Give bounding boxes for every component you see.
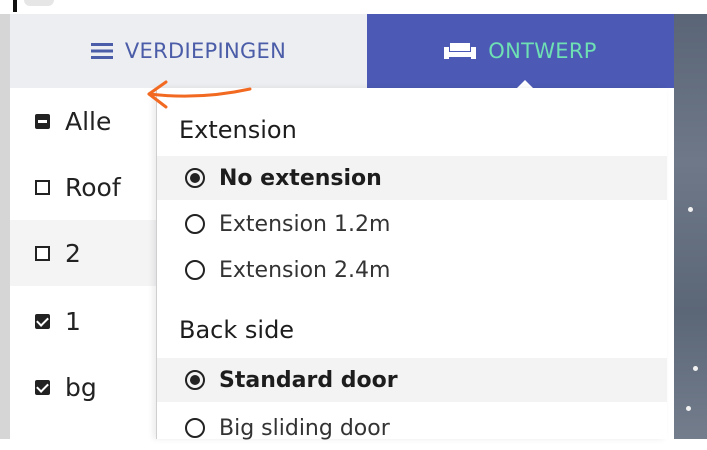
checkbox-icon[interactable] bbox=[35, 245, 50, 261]
canvas-dot bbox=[693, 366, 698, 371]
checked-checkbox-icon[interactable] bbox=[35, 313, 50, 329]
radio-icon[interactable] bbox=[185, 214, 205, 234]
option-label: Extension 2.4m bbox=[219, 257, 391, 283]
floor-item-2[interactable]: 2 bbox=[10, 220, 156, 286]
top-shape bbox=[24, 0, 54, 6]
floor-label: bg bbox=[65, 372, 97, 402]
radio-icon[interactable] bbox=[185, 418, 205, 438]
tab-ontwerp[interactable]: ONTWERP bbox=[367, 14, 674, 89]
group-title-extension: Extension bbox=[179, 116, 297, 144]
floor-item-1[interactable]: 1 bbox=[10, 288, 156, 354]
checked-checkbox-icon[interactable] bbox=[35, 379, 50, 395]
floor-item-alle[interactable]: Alle bbox=[10, 88, 156, 154]
sofa-icon bbox=[444, 43, 477, 59]
floor-list: Alle Roof 2 1 bg bbox=[10, 88, 156, 439]
group-title-back-side: Back side bbox=[179, 316, 295, 344]
window-left-edge bbox=[0, 14, 10, 439]
hamburger-icon bbox=[90, 43, 113, 59]
option-label: Extension 1.2m bbox=[219, 211, 391, 237]
text-cursor bbox=[13, 0, 17, 12]
tab-verdiepingen[interactable]: VERDIEPINGEN bbox=[10, 14, 367, 88]
floor-label: 1 bbox=[65, 306, 81, 336]
tab-ontwerp-label: ONTWERP bbox=[488, 39, 597, 63]
floor-label: 2 bbox=[65, 238, 81, 268]
floor-label: Alle bbox=[65, 106, 112, 136]
canvas-background bbox=[674, 14, 707, 439]
radio-selected-icon[interactable] bbox=[185, 168, 205, 188]
top-strip bbox=[0, 0, 707, 14]
canvas-dot bbox=[686, 406, 691, 411]
design-options-panel: Extension No extension Extension 1.2m Ex… bbox=[156, 88, 667, 441]
floor-label: Roof bbox=[65, 172, 121, 202]
floor-item-roof[interactable]: Roof bbox=[10, 154, 156, 220]
floor-item-bg[interactable]: bg bbox=[10, 354, 156, 420]
option-label: Big sliding door bbox=[219, 415, 390, 441]
option-extension-2-4m[interactable]: Extension 2.4m bbox=[157, 248, 667, 292]
radio-icon[interactable] bbox=[185, 260, 205, 280]
indeterminate-checkbox-icon[interactable] bbox=[35, 113, 50, 129]
tab-verdiepingen-label: VERDIEPINGEN bbox=[124, 39, 287, 63]
option-label: No extension bbox=[219, 165, 382, 191]
option-standard-door[interactable]: Standard door bbox=[157, 358, 667, 402]
option-no-extension[interactable]: No extension bbox=[157, 156, 667, 200]
option-extension-1-2m[interactable]: Extension 1.2m bbox=[157, 202, 667, 246]
option-big-sliding-door[interactable]: Big sliding door bbox=[157, 406, 667, 450]
option-label: Standard door bbox=[219, 367, 398, 393]
header-tabs: VERDIEPINGEN ONTWERP bbox=[10, 14, 674, 89]
canvas-dot bbox=[688, 207, 693, 212]
radio-selected-icon[interactable] bbox=[185, 370, 205, 390]
checkbox-icon[interactable] bbox=[35, 179, 50, 195]
